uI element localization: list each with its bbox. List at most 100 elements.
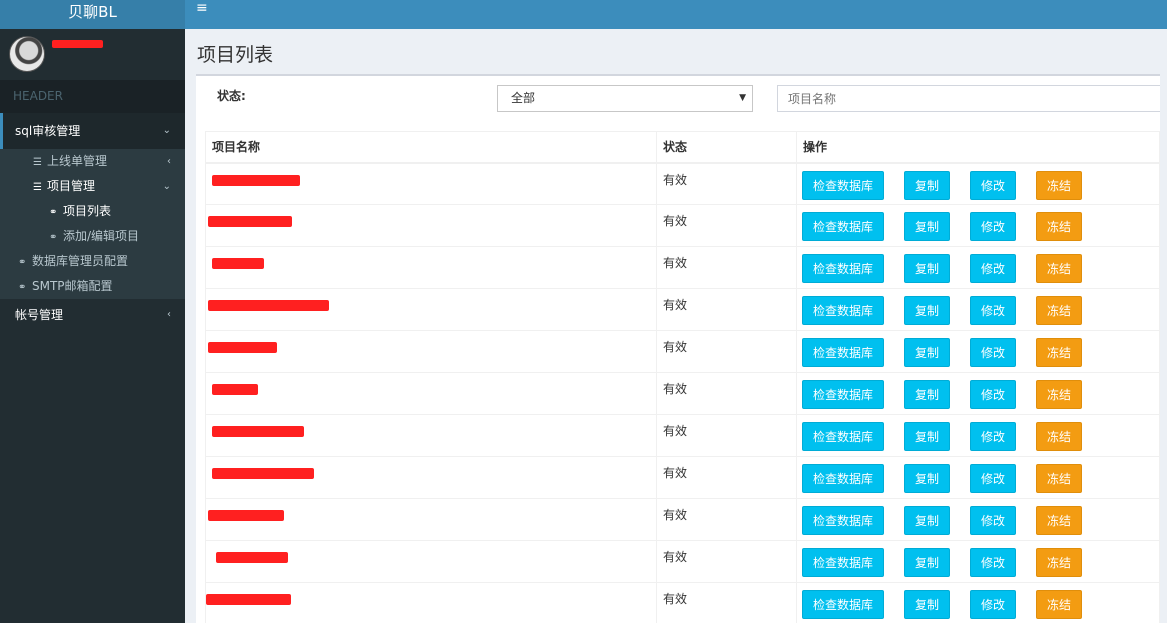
ops-cell: 检查数据库 复制 修改 冻结: [796, 582, 1160, 623]
check-db-button[interactable]: 检查数据库: [802, 338, 885, 367]
status-cell: 有效: [656, 204, 797, 247]
copy-button[interactable]: 复制: [904, 254, 951, 283]
ops-cell: 检查数据库 复制 修改 冻结: [796, 246, 1160, 289]
status-cell: 有效: [656, 288, 797, 331]
copy-button[interactable]: 复制: [904, 422, 951, 451]
sidebar-item-label: 帐号管理: [15, 308, 64, 322]
check-db-button[interactable]: 检查数据库: [802, 170, 885, 200]
link-icon: ⚭: [18, 282, 27, 293]
status-cell: 有效: [656, 372, 797, 415]
sidebar-item-label: 上线单管理: [47, 154, 108, 168]
edit-button[interactable]: 修改: [970, 548, 1017, 577]
status-select[interactable]: 全部 ▼: [497, 85, 753, 112]
project-name-cell: [205, 204, 657, 247]
redacted-project-name: [208, 510, 284, 521]
freeze-button[interactable]: 冻结: [1036, 506, 1083, 535]
freeze-button[interactable]: 冻结: [1036, 464, 1083, 493]
ops-cell: 检查数据库 复制 修改 冻结: [796, 288, 1160, 331]
freeze-button[interactable]: 冻结: [1036, 254, 1083, 283]
copy-button[interactable]: 复制: [904, 338, 951, 367]
table-row: 有效 检查数据库 复制 修改 冻结: [205, 540, 1160, 583]
project-name-cell: [205, 372, 657, 415]
edit-button[interactable]: 修改: [970, 422, 1017, 451]
chevron-left-icon: ‹: [167, 309, 171, 320]
edit-button[interactable]: 修改: [970, 212, 1017, 241]
edit-button[interactable]: 修改: [970, 506, 1017, 535]
redacted-project-name: [206, 594, 291, 605]
copy-button[interactable]: 复制: [904, 212, 951, 241]
copy-button[interactable]: 复制: [904, 380, 951, 409]
freeze-button[interactable]: 冻结: [1036, 170, 1083, 200]
project-name-cell: [205, 288, 657, 331]
copy-button[interactable]: 复制: [904, 296, 951, 325]
project-name-cell: [205, 498, 657, 541]
redacted-project-name: [212, 174, 300, 186]
sidebar-item-project-edit[interactable]: ⚭ 添加/编辑项目: [0, 224, 185, 249]
table-header-row: 项目名称 状态 操作: [205, 131, 1160, 164]
table-row: 有效 检查数据库 复制 修改 冻结: [205, 162, 1160, 205]
redacted-project-name: [216, 552, 288, 563]
copy-button[interactable]: 复制: [904, 590, 951, 619]
link-icon: ⚭: [49, 207, 58, 218]
sidebar-item-db-admin-config[interactable]: ⚭ 数据库管理员配置: [0, 249, 185, 274]
check-db-button[interactable]: 检查数据库: [802, 296, 885, 325]
freeze-button[interactable]: 冻结: [1036, 422, 1083, 451]
check-db-button[interactable]: 检查数据库: [802, 380, 885, 409]
edit-button[interactable]: 修改: [970, 254, 1017, 283]
table-row: 有效 检查数据库 复制 修改 冻结: [205, 582, 1160, 623]
sidebar-item-project-list[interactable]: ⚭ 项目列表: [0, 199, 185, 224]
ops-cell: 检查数据库 复制 修改 冻结: [796, 162, 1160, 205]
sidebar-item-label: 数据库管理员配置: [32, 254, 129, 268]
status-select-value: 全部: [511, 91, 536, 105]
sidebar-item-smtp-config[interactable]: ⚭ SMTP邮箱配置: [0, 274, 185, 299]
freeze-button[interactable]: 冻结: [1036, 338, 1083, 367]
project-name-input[interactable]: [777, 85, 1160, 112]
ops-cell: 检查数据库 复制 修改 冻结: [796, 204, 1160, 247]
project-name-cell: [205, 582, 657, 623]
edit-button[interactable]: 修改: [970, 296, 1017, 325]
sidebar-item-release-mgmt[interactable]: ☰ 上线单管理 ‹: [0, 149, 185, 174]
freeze-button[interactable]: 冻结: [1036, 380, 1083, 409]
project-name-cell: [205, 162, 657, 205]
chevron-down-icon: ⌄: [162, 125, 171, 136]
redacted-username: [52, 40, 103, 48]
status-filter-label: 状态:: [217, 89, 246, 103]
copy-button[interactable]: 复制: [904, 506, 951, 535]
redacted-project-name: [208, 342, 277, 353]
project-name-cell: [205, 540, 657, 583]
redacted-project-name: [212, 384, 258, 395]
sidebar-item-project-mgmt[interactable]: ☰ 项目管理 ⌄: [0, 174, 185, 199]
check-db-button[interactable]: 检查数据库: [802, 590, 885, 619]
copy-button[interactable]: 复制: [904, 464, 951, 493]
freeze-button[interactable]: 冻结: [1036, 212, 1083, 241]
check-db-button[interactable]: 检查数据库: [802, 506, 885, 535]
edit-button[interactable]: 修改: [970, 170, 1017, 200]
app-logo[interactable]: 贝聊BL: [0, 0, 185, 29]
check-db-button[interactable]: 检查数据库: [802, 212, 885, 241]
edit-button[interactable]: 修改: [970, 380, 1017, 409]
freeze-button[interactable]: 冻结: [1036, 548, 1083, 577]
sidebar-item-account-mgmt[interactable]: 帐号管理 ‹: [0, 299, 185, 331]
sidebar-item-label: 项目列表: [63, 204, 112, 218]
freeze-button[interactable]: 冻结: [1036, 590, 1083, 619]
check-db-button[interactable]: 检查数据库: [802, 422, 885, 451]
check-db-button[interactable]: 检查数据库: [802, 464, 885, 493]
edit-button[interactable]: 修改: [970, 590, 1017, 619]
ops-cell: 检查数据库 复制 修改 冻结: [796, 414, 1160, 457]
check-db-button[interactable]: 检查数据库: [802, 254, 885, 283]
status-cell: 有效: [656, 162, 797, 205]
list-icon: ☰: [33, 182, 42, 193]
edit-button[interactable]: 修改: [970, 338, 1017, 367]
freeze-button[interactable]: 冻结: [1036, 296, 1083, 325]
check-db-button[interactable]: 检查数据库: [802, 548, 885, 577]
ops-cell: 检查数据库 复制 修改 冻结: [796, 498, 1160, 541]
project-table: 项目名称 状态 操作 有效 检查数据库 复制 修改 冻结 有效 检查数据库 复制 修改 冻结 有效检…: [205, 131, 1160, 623]
copy-button[interactable]: 复制: [904, 170, 951, 200]
menu-toggle-icon[interactable]: ≡: [196, 0, 208, 17]
project-name-cell: [205, 456, 657, 499]
sidebar-item-sql-audit[interactable]: sql审核管理 ⌄: [0, 113, 185, 149]
sidebar-item-label: 添加/编辑项目: [63, 229, 140, 243]
status-cell: 有效: [656, 498, 797, 541]
copy-button[interactable]: 复制: [904, 548, 951, 577]
edit-button[interactable]: 修改: [970, 464, 1017, 493]
